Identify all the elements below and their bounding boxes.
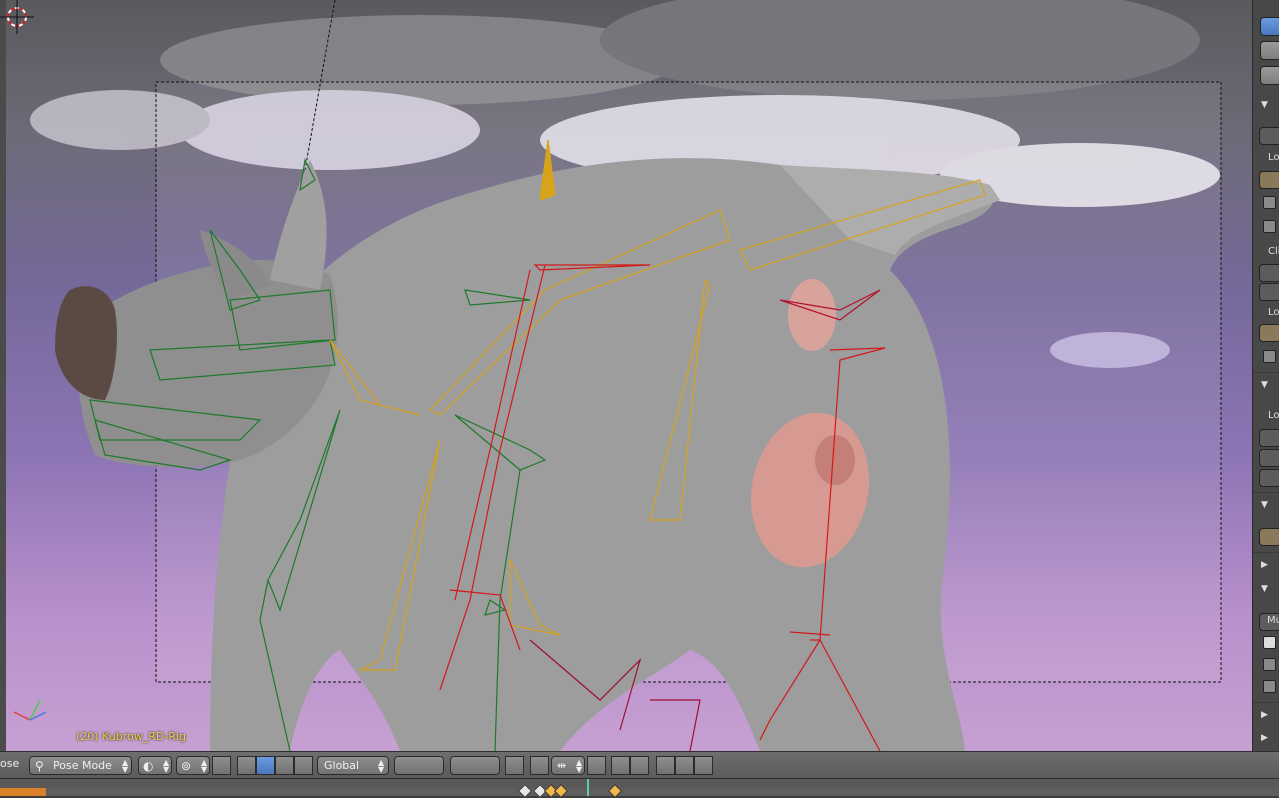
- panel-tab[interactable]: [1260, 66, 1279, 85]
- panel-label: Lo: [1268, 410, 1279, 421]
- panel-field[interactable]: [1259, 283, 1279, 301]
- panel-divider: [1253, 702, 1279, 703]
- collapse-arrow-icon[interactable]: ▼: [1261, 380, 1268, 390]
- orientation-label: Global: [324, 759, 360, 772]
- expand-arrow-icon[interactable]: ▶: [1261, 710, 1268, 720]
- scene-render: [13, 0, 1222, 751]
- proportional-edit-icon[interactable]: [530, 756, 549, 775]
- camera-render-icon[interactable]: [630, 756, 649, 775]
- layers-icon[interactable]: [450, 756, 500, 775]
- rotate-icon[interactable]: [275, 756, 294, 775]
- panel-checkbox[interactable]: [1263, 658, 1276, 671]
- cube-icon[interactable]: [1259, 324, 1279, 342]
- panel-label: Lo: [1268, 307, 1279, 318]
- mode-label: Pose Mode: [53, 759, 112, 772]
- pencil-icon[interactable]: [1260, 41, 1279, 60]
- panel-divider: [1253, 492, 1279, 493]
- expand-arrow-icon[interactable]: ▶: [1261, 560, 1268, 570]
- panel-checkbox-checked[interactable]: [1263, 636, 1276, 649]
- viewport-header: ose ⚲ Pose Mode ▲ ▼ ◐ ▲ ▼ ⊚ ▲ ▼ Global ▲ ▼ ⇹…: [0, 751, 1279, 779]
- paste-flipped-pose-icon[interactable]: [694, 756, 713, 775]
- 3d-viewport[interactable]: (20) Kubrow_RD-Rig: [0, 0, 1252, 751]
- layers-toggle-icon[interactable]: [212, 756, 231, 775]
- manipulator-icon[interactable]: [237, 756, 256, 775]
- panel-tab-active[interactable]: [1260, 17, 1279, 36]
- scale-icon[interactable]: [294, 756, 313, 775]
- playhead[interactable]: [587, 779, 589, 796]
- render-icon[interactable]: [611, 756, 630, 775]
- layers-icon[interactable]: [394, 756, 444, 775]
- collapse-arrow-icon[interactable]: ▼: [1261, 584, 1268, 594]
- location-y-field[interactable]: [1259, 449, 1279, 467]
- location-x-field[interactable]: [1259, 429, 1279, 447]
- orientation-selector[interactable]: Global ▲ ▼: [317, 756, 389, 775]
- 3d-cursor-icon[interactable]: [0, 0, 34, 34]
- pose-mode-icon: ⚲: [35, 759, 44, 773]
- axis-gizmo: [13, 699, 47, 721]
- panel-label: Cli: [1268, 246, 1279, 257]
- updown-icon: ▲ ▼: [163, 758, 170, 774]
- updown-icon: ▲ ▼: [576, 758, 583, 774]
- timeline[interactable]: [0, 778, 1279, 798]
- cube-icon[interactable]: [1259, 528, 1279, 546]
- panel-checkbox[interactable]: [1263, 196, 1276, 209]
- collapse-arrow-icon[interactable]: ▼: [1261, 100, 1268, 110]
- paste-pose-icon[interactable]: [675, 756, 694, 775]
- panel-checkbox[interactable]: [1263, 350, 1276, 363]
- viewport-shading-icon: ◐: [143, 759, 154, 773]
- panel-field[interactable]: [1259, 264, 1279, 282]
- viewport-edge: [0, 0, 6, 751]
- updown-icon: ▲ ▼: [378, 758, 385, 774]
- object-label: (20) Kubrow_RD-Rig: [76, 730, 186, 743]
- translate-icon[interactable]: [256, 756, 275, 775]
- snap-icon: ⇹: [557, 759, 567, 772]
- panel-checkbox[interactable]: [1263, 680, 1276, 693]
- pivot-point-selector[interactable]: ⊚ ▲ ▼: [176, 756, 210, 775]
- panel-label: Mu: [1267, 615, 1279, 626]
- updown-icon: ▲ ▼: [201, 758, 208, 774]
- panel-divider: [1253, 372, 1279, 373]
- panel-label: Lo: [1268, 152, 1279, 163]
- lock-camera-icon[interactable]: [505, 756, 524, 775]
- copy-pose-icon[interactable]: [656, 756, 675, 775]
- pivot-point-icon: ⊚: [181, 759, 192, 773]
- updown-icon: ▲ ▼: [122, 758, 129, 774]
- collapse-arrow-icon[interactable]: ▼: [1261, 500, 1268, 510]
- snap-target-icon[interactable]: [587, 756, 606, 775]
- panel-divider: [1253, 552, 1279, 553]
- location-z-field[interactable]: [1259, 469, 1279, 487]
- lock-field[interactable]: [1259, 127, 1279, 145]
- panel-checkbox[interactable]: [1263, 220, 1276, 233]
- mode-prefix: ose: [0, 757, 20, 770]
- expand-arrow-icon[interactable]: ▶: [1261, 733, 1268, 743]
- cube-icon[interactable]: [1259, 171, 1279, 189]
- properties-panel[interactable]: ▼ Lo Cli Lo ▼ Lo ▼ ▶ ▼ Mu ▶ ▶: [1252, 0, 1279, 751]
- snap-element-selector[interactable]: ⇹ ▲ ▼: [551, 756, 585, 775]
- mode-selector[interactable]: ⚲ Pose Mode ▲ ▼: [29, 756, 132, 775]
- viewport-shading-selector[interactable]: ◐ ▲ ▼: [138, 756, 172, 775]
